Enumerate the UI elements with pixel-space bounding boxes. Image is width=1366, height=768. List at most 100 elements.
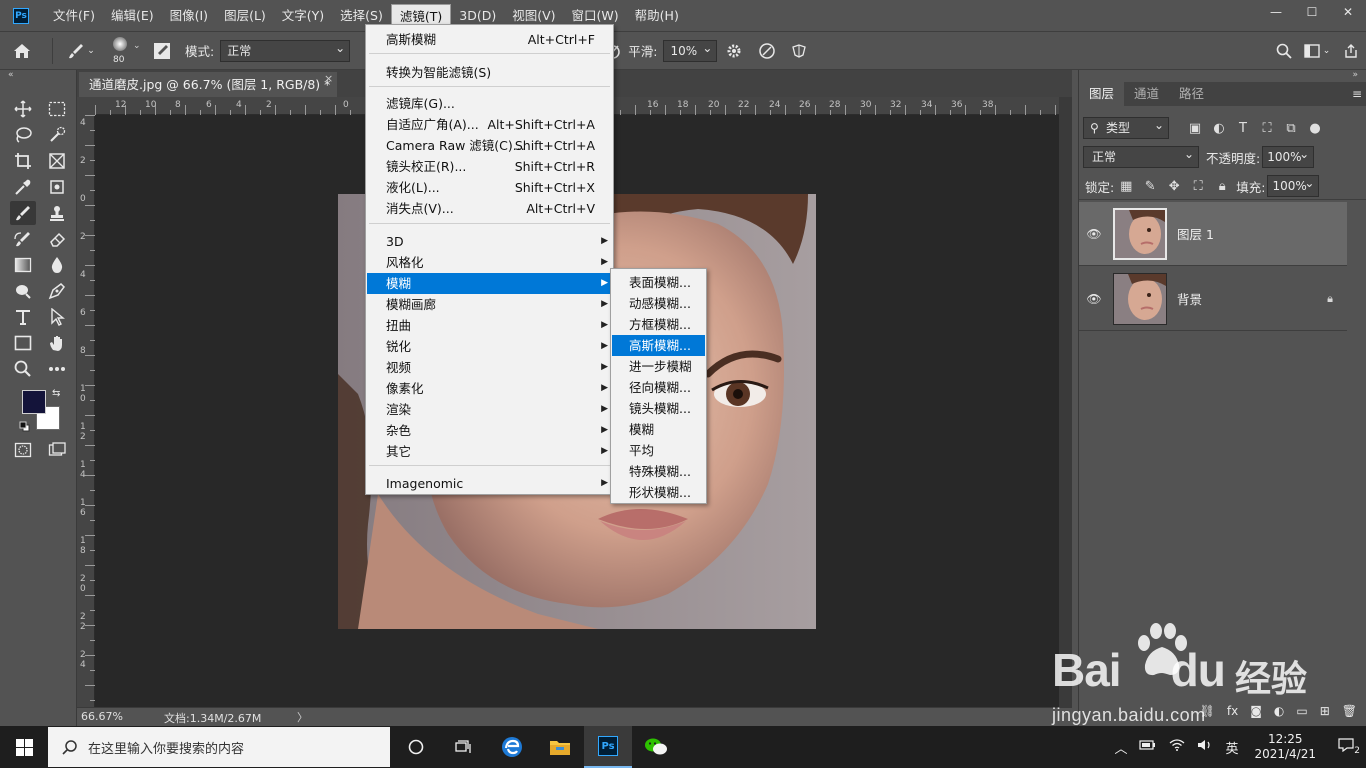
filter-menu-item[interactable]: Camera Raw 滤镜(C)... Shift+Ctrl+A [367, 135, 612, 156]
lock-transparent-icon[interactable]: ▦ [1114, 179, 1138, 194]
menu-help[interactable]: 帮助(H) [627, 4, 687, 28]
opacity-input[interactable]: 100% [1262, 144, 1315, 168]
filter-menu-item[interactable]: 视频 ▶ [367, 357, 612, 378]
tab-layers[interactable]: 图层 [1079, 82, 1125, 106]
filter-menu-item[interactable]: 3D ▶ [367, 231, 612, 252]
trash-icon[interactable]: 🗑︎ [1342, 704, 1357, 718]
blur-menu-item[interactable]: 动感模糊... [612, 293, 705, 314]
close-button[interactable]: ✕ [1330, 0, 1366, 24]
eye-icon[interactable]: 👁︎ [1079, 292, 1109, 306]
filter-adjustment-icon[interactable]: ◐ [1207, 121, 1231, 136]
ruler-tool-icon[interactable] [44, 175, 70, 199]
menu-type[interactable]: 文字(Y) [274, 4, 332, 28]
brush-preset-icon[interactable]: ⌄ [61, 37, 101, 65]
filter-smart-object-icon[interactable]: ⧉ [1279, 121, 1303, 136]
lock-pixels-icon[interactable]: ✎ [1138, 179, 1162, 194]
layer-row-background[interactable]: 👁︎ 背景 🔒︎ [1079, 267, 1347, 331]
lock-position-icon[interactable]: ✥ [1162, 179, 1186, 194]
smoothing-select[interactable]: 10% [663, 38, 718, 62]
screen-mode-icon[interactable] [44, 438, 70, 462]
brush-tool-icon[interactable] [10, 201, 36, 225]
status-menu-arrow[interactable]: 〉 [297, 709, 308, 725]
close-tab-icon[interactable]: × [324, 72, 333, 85]
crop-tool-icon[interactable] [10, 149, 36, 173]
lasso-tool-icon[interactable] [10, 123, 36, 147]
filter-menu-item[interactable]: 模糊画廊 ▶ [367, 294, 612, 315]
taskbar-search[interactable]: 在这里输入你要搜索的内容 [48, 727, 390, 767]
filter-menu-item[interactable]: 液化(L)... Shift+Ctrl+X [367, 177, 612, 198]
home-icon[interactable] [0, 37, 44, 65]
menu-image[interactable]: 图像(I) [162, 4, 216, 28]
start-button[interactable] [0, 726, 48, 768]
filter-menu-item[interactable]: 像素化 ▶ [367, 378, 612, 399]
workspace-icon[interactable]: ⌄ [1298, 37, 1336, 65]
layer-filter-select[interactable]: ⚲ 类型 [1083, 115, 1169, 139]
blur-menu-item[interactable]: 模糊 [612, 419, 705, 440]
filter-menu-item[interactable]: 其它 ▶ [367, 441, 612, 462]
adjustment-icon[interactable]: ◐ [1274, 704, 1284, 718]
blur-menu-item[interactable]: 进一步模糊 [612, 356, 705, 377]
zoom-level[interactable]: 66.67% [81, 710, 123, 723]
photoshop-taskbar-icon[interactable]: Ps [584, 726, 632, 768]
menu-edit[interactable]: 编辑(E) [103, 4, 162, 28]
blur-menu-item[interactable]: 平均 [612, 440, 705, 461]
tab-paths[interactable]: 路径 [1169, 82, 1214, 106]
collapse-icon[interactable]: « [8, 70, 14, 80]
wifi-icon[interactable] [1163, 739, 1191, 755]
lock-artboard-icon[interactable]: ⛶ [1186, 179, 1210, 194]
fx-icon[interactable]: fx [1227, 704, 1238, 718]
lock-all-icon[interactable]: 🔒︎ [1210, 179, 1234, 194]
blur-tool-icon[interactable] [44, 253, 70, 277]
history-brush-icon[interactable] [10, 227, 36, 251]
blur-menu-item[interactable]: 形状模糊... [612, 482, 705, 503]
rectangle-tool-icon[interactable] [10, 331, 36, 355]
fill-input[interactable]: 100% [1267, 173, 1320, 197]
ruler-origin[interactable] [77, 97, 95, 115]
filter-menu-item[interactable]: Imagenomic ▶ [367, 473, 612, 494]
task-view-icon[interactable] [440, 726, 488, 768]
cortana-icon[interactable] [392, 726, 440, 768]
swap-colors-icon[interactable]: ⇆ [52, 388, 60, 399]
battery-icon[interactable] [1133, 739, 1163, 755]
filter-menu-item[interactable]: 消失点(V)... Alt+Ctrl+V [367, 198, 612, 219]
mask-icon[interactable]: ◙ [1250, 704, 1262, 718]
minimize-button[interactable]: — [1258, 0, 1294, 24]
filter-shape-icon[interactable]: ⛶ [1255, 121, 1279, 136]
wechat-icon[interactable] [632, 726, 680, 768]
layer-name[interactable]: 背景 [1177, 289, 1202, 308]
layer-name[interactable]: 图层 1 [1177, 224, 1214, 243]
default-colors-icon[interactable] [19, 421, 30, 432]
file-explorer-icon[interactable] [536, 726, 584, 768]
symmetry-icon[interactable] [783, 37, 815, 65]
volume-icon[interactable] [1191, 739, 1219, 755]
layer-row-layer-1[interactable]: 👁︎ 图层 1 [1079, 202, 1347, 266]
tab-channels[interactable]: 通道 [1124, 82, 1169, 106]
move-tool-icon[interactable] [10, 97, 36, 121]
share-icon[interactable] [1336, 37, 1366, 65]
filter-toggle-icon[interactable]: ● [1303, 121, 1327, 136]
notification-icon[interactable]: 2 [1326, 738, 1366, 756]
eraser-tool-icon[interactable] [44, 227, 70, 251]
marquee-tool-icon[interactable] [44, 97, 70, 121]
filter-menu-item[interactable]: 模糊 ▶ [367, 273, 612, 294]
brush-size-picker[interactable]: 80 ⌄ [101, 33, 147, 69]
type-tool-icon[interactable] [10, 305, 36, 329]
blur-menu-item[interactable]: 方框模糊... [612, 314, 705, 335]
document-tab[interactable]: 通道磨皮.jpg @ 66.7% (图层 1, RGB/8) * [79, 72, 337, 97]
filter-type-icon[interactable]: T [1231, 121, 1255, 136]
search-icon[interactable] [1270, 37, 1298, 65]
filter-menu-item[interactable]: 镜头校正(R)... Shift+Ctrl+R [367, 156, 612, 177]
gradient-tool-icon[interactable] [10, 253, 36, 277]
group-icon[interactable]: ▭ [1296, 704, 1307, 718]
quick-selection-tool-icon[interactable] [44, 123, 70, 147]
link-icon[interactable]: ⛓ [1200, 704, 1215, 718]
zoom-tool-icon[interactable] [10, 357, 36, 381]
filter-menu-item[interactable]: 杂色 ▶ [367, 420, 612, 441]
blur-menu-item[interactable]: 径向模糊... [612, 377, 705, 398]
filter-menu-item[interactable]: 自适应广角(A)... Alt+Shift+Ctrl+A [367, 114, 612, 135]
path-selection-icon[interactable] [44, 305, 70, 329]
filter-menu-item[interactable]: 高斯模糊 Alt+Ctrl+F [367, 29, 612, 50]
lock-icon[interactable]: 🔒︎ [1327, 292, 1333, 306]
hand-tool-icon[interactable] [44, 331, 70, 355]
eye-icon[interactable]: 👁︎ [1079, 227, 1109, 241]
